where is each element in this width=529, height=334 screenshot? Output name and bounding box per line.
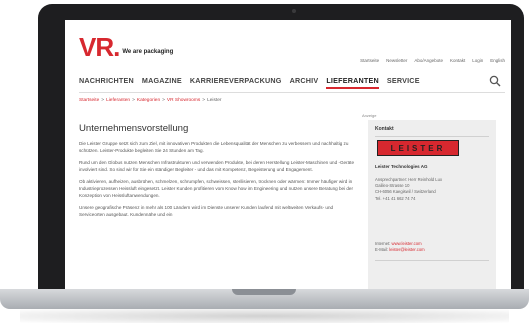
company-address: Ansprechpartner: Herr Reinhold Lux Galil… — [375, 177, 442, 202]
nav-nachrichten[interactable]: NACHRICHTEN — [79, 76, 134, 89]
breadcrumb-separator: > — [162, 98, 165, 103]
contact-sidebar: Kontakt LEISTER Leister Technologies AG … — [368, 120, 496, 289]
top-nav-newsletter[interactable]: Newsletter — [386, 58, 407, 63]
top-nav-english[interactable]: English — [490, 58, 505, 63]
webcam-icon — [292, 9, 296, 13]
internet-label: Internet: — [375, 241, 391, 246]
email-label: E-Mail: — [375, 247, 389, 253]
breadcrumb-lieferanten[interactable]: Lieferanten — [106, 98, 130, 103]
top-nav-abo[interactable]: Abo/Angebote — [414, 58, 443, 63]
breadcrumb-startseite[interactable]: Startseite — [79, 98, 99, 103]
nav-archiv[interactable]: ARCHIV — [290, 76, 319, 89]
logo-tagline: We are packaging — [122, 49, 174, 55]
paragraph-presence: Unsere geografische Präsenz in mehr als … — [79, 205, 334, 217]
paragraph-globe: Rund um den Globus nutzen Menschen Infra… — [79, 160, 355, 172]
page-title: Unternehmensvorstellung — [79, 123, 189, 134]
phone: Tel. +41 41 662 74 74 — [375, 195, 416, 201]
breadcrumb: Startseite > Lieferanten > Kategorien > … — [79, 98, 221, 103]
nav-divider — [79, 92, 505, 93]
main-navigation: NACHRICHTEN MAGAZINE KARRIEREVERPACKUNG … — [79, 76, 420, 89]
sidebar-title: Kontakt — [375, 126, 394, 132]
breadcrumb-separator: > — [101, 98, 105, 103]
top-nav-kontakt[interactable]: Kontakt — [450, 58, 465, 63]
laptop-hinge-notch — [232, 289, 296, 295]
breadcrumb-separator: > — [202, 98, 206, 103]
main-content: Unternehmensvorstellung Die Leister Grup… — [79, 123, 359, 223]
nav-karriereverpackung[interactable]: KARRIEREVERPACKUNG — [190, 76, 282, 89]
breadcrumb-kategorien[interactable]: Kategorien — [137, 98, 160, 103]
ad-label: Anzeige — [362, 113, 377, 118]
sidebar-divider — [375, 136, 489, 137]
contact-links: Internet: www.leister.com E-Mail: leiste… — [375, 241, 425, 253]
nav-service[interactable]: SERVICE — [387, 76, 420, 89]
site-logo[interactable]: VR. We are packaging — [79, 34, 173, 60]
logo-mark: VR. — [79, 32, 120, 62]
company-name: Leister Technologies AG — [375, 164, 428, 169]
paragraph-intro: Die Leister Gruppe setzt sich zum Ziel, … — [79, 141, 349, 153]
breadcrumb-current: Leister — [207, 98, 222, 103]
top-nav-login[interactable]: Login — [472, 58, 483, 63]
website-link[interactable]: www.leister.com — [392, 241, 422, 246]
leister-logo-text: LEISTER — [390, 143, 446, 153]
breadcrumb-separator: > — [132, 98, 135, 103]
laptop-shadow — [20, 309, 509, 323]
city: CH-6056 Kaegiswil / Switzerland — [375, 189, 436, 195]
leister-logo[interactable]: LEISTER — [377, 140, 459, 156]
breadcrumb-showrooms[interactable]: VR Showrooms — [167, 98, 200, 103]
browser-screen: VR. We are packaging Startseite Newslett… — [65, 20, 511, 289]
paragraph-applications: Ob aktivieren, aufheizen, ausbrühen, sch… — [79, 179, 353, 198]
top-navigation: Startseite Newsletter Abo/Angebote Konta… — [360, 58, 505, 63]
search-icon[interactable] — [489, 75, 501, 87]
nav-magazine[interactable]: MAGAZINE — [142, 76, 182, 89]
nav-lieferanten[interactable]: LIEFERANTEN — [326, 76, 379, 89]
top-nav-startseite[interactable]: Startseite — [360, 58, 379, 63]
sidebar-divider — [375, 260, 489, 261]
email-link[interactable]: leister@leister.com — [389, 247, 424, 252]
